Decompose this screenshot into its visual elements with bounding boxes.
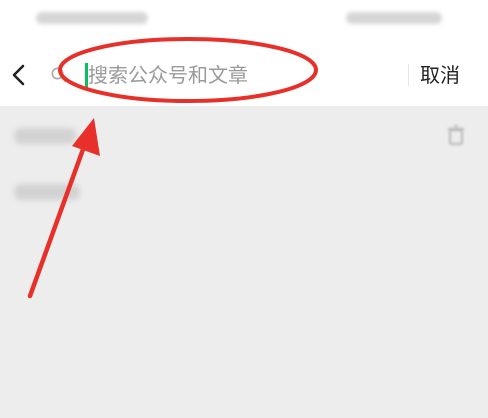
chevron-left-icon bbox=[12, 64, 25, 86]
status-bar-left-blurred bbox=[36, 12, 148, 24]
trash-icon[interactable] bbox=[446, 124, 466, 146]
search-icon bbox=[50, 66, 68, 84]
annotation-arrow-head bbox=[72, 118, 100, 156]
back-button[interactable] bbox=[2, 58, 36, 92]
history-item-blurred[interactable] bbox=[14, 128, 76, 144]
cancel-button[interactable]: 取消 bbox=[420, 59, 486, 91]
text-caret bbox=[85, 63, 88, 88]
history-item-blurred[interactable] bbox=[14, 184, 80, 200]
annotation-arrow-shaft bbox=[27, 127, 93, 299]
search-header: 取消 bbox=[0, 44, 488, 106]
status-bar-right-blurred bbox=[346, 12, 442, 24]
status-bar bbox=[0, 0, 488, 44]
divider bbox=[408, 64, 409, 86]
search-input[interactable] bbox=[84, 58, 388, 92]
